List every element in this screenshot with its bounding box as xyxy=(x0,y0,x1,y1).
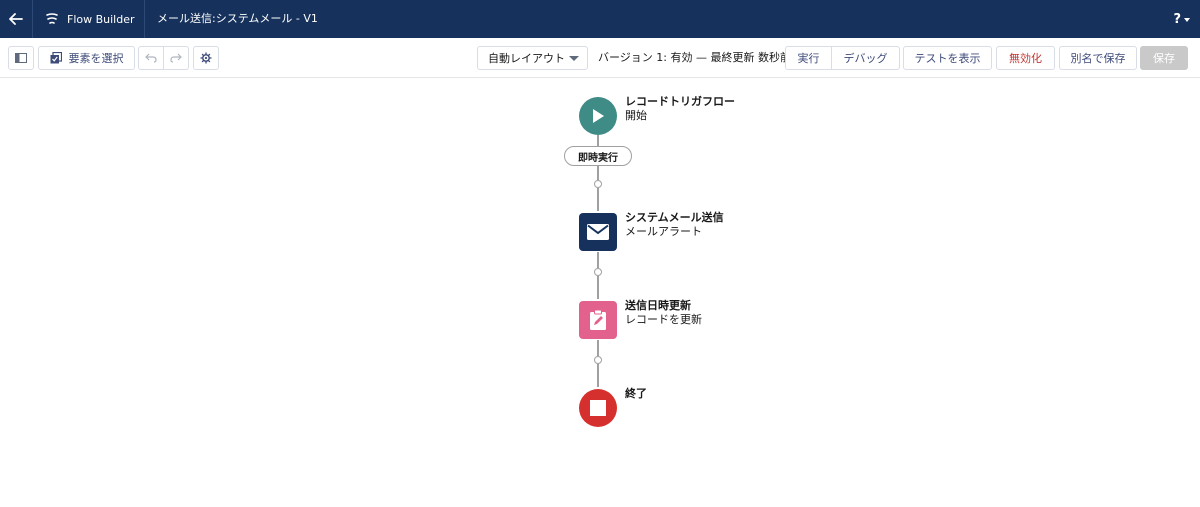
select-elements-label: 要素を選択 xyxy=(68,52,124,65)
settings-button[interactable] xyxy=(193,46,219,70)
view-tests-label: テストを表示 xyxy=(914,52,981,65)
run-label: 実行 xyxy=(797,52,820,65)
update-node-subtitle: レコードを更新 xyxy=(625,313,702,326)
save-as-button[interactable]: 別名で保存 xyxy=(1059,46,1137,70)
flow-builder-icon xyxy=(46,13,58,24)
email-node-subtitle: メールアラート xyxy=(625,225,702,238)
layout-dropdown[interactable]: 自動レイアウト xyxy=(477,46,588,70)
app-launcher: Flow Builder xyxy=(33,0,145,38)
connector-line xyxy=(597,166,599,180)
toggle-panel-button[interactable] xyxy=(8,46,34,70)
envelope-icon xyxy=(587,224,609,240)
add-element-dot[interactable] xyxy=(594,356,602,364)
start-node-subtitle: 開始 xyxy=(625,109,647,122)
toolbar: 要素を選択 自動レイアウト バージョン 1: 有効 — 最終更新 数秒前 実行 … xyxy=(0,38,1200,78)
back-arrow-icon xyxy=(9,13,23,25)
help-menu-button[interactable]: ? xyxy=(1173,0,1190,38)
save-button[interactable]: 保存 xyxy=(1140,46,1188,70)
connector-line xyxy=(597,276,599,299)
view-tests-button[interactable]: テストを表示 xyxy=(903,46,992,70)
redo-button[interactable] xyxy=(164,46,189,70)
connector-line xyxy=(597,188,599,211)
add-element-dot[interactable] xyxy=(594,180,602,188)
end-node-title: 終了 xyxy=(625,387,647,400)
connector-line xyxy=(597,340,599,356)
clipboard-edit-icon xyxy=(590,309,606,330)
start-node[interactable] xyxy=(579,97,617,135)
run-button[interactable]: 実行 xyxy=(785,46,832,70)
app-header: Flow Builder メール送信:システムメール - V1 ? xyxy=(0,0,1200,38)
email-alert-node[interactable] xyxy=(579,213,617,251)
connector-line xyxy=(597,364,599,387)
save-label: 保存 xyxy=(1153,52,1175,65)
path-label-pill[interactable]: 即時実行 xyxy=(564,146,632,166)
chevron-down-icon xyxy=(1184,18,1190,22)
chevron-down-icon xyxy=(569,56,579,61)
settings-gear-icon xyxy=(200,52,212,64)
help-icon: ? xyxy=(1173,11,1181,27)
save-as-label: 別名で保存 xyxy=(1070,52,1126,65)
redo-icon xyxy=(170,53,182,63)
deactivate-button[interactable]: 無効化 xyxy=(996,46,1055,70)
debug-button[interactable]: デバッグ xyxy=(832,46,900,70)
app-name: Flow Builder xyxy=(67,12,135,26)
deactivate-label: 無効化 xyxy=(1009,52,1042,65)
add-element-dot[interactable] xyxy=(594,268,602,276)
connector-line xyxy=(597,252,599,268)
stop-icon xyxy=(590,400,606,416)
flow-title: メール送信:システムメール - V1 xyxy=(157,12,318,25)
panel-toggle-icon xyxy=(15,53,27,63)
end-node[interactable] xyxy=(579,389,617,427)
undo-icon xyxy=(145,53,157,63)
undo-button[interactable] xyxy=(138,46,164,70)
play-icon xyxy=(593,109,604,123)
select-elements-button[interactable]: 要素を選択 xyxy=(38,46,135,70)
select-elements-icon xyxy=(50,52,62,64)
layout-dropdown-value: 自動レイアウト xyxy=(488,52,565,65)
flow-canvas[interactable]: レコードトリガフロー 開始 即時実行 システムメール送信 メールアラート 送信日… xyxy=(0,79,1200,507)
update-records-node[interactable] xyxy=(579,301,617,339)
debug-label: デバッグ xyxy=(843,52,888,65)
back-button[interactable] xyxy=(0,0,33,38)
version-status: バージョン 1: 有効 — 最終更新 数秒前 xyxy=(598,51,791,64)
